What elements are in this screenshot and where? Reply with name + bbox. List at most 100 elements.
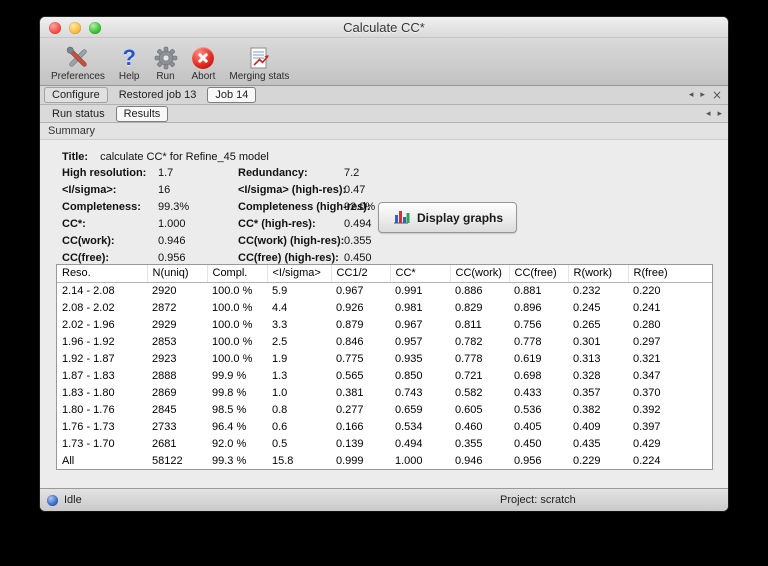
table-cell: 1.80 - 1.76 (62, 403, 115, 416)
section-header: Summary (40, 123, 728, 140)
table-cell: 0.775 (336, 352, 364, 365)
table-cell: 0.743 (395, 386, 423, 399)
titlebar[interactable]: Calculate CC* (40, 17, 728, 38)
table-cell: 0.957 (395, 335, 423, 348)
merging-stats-button[interactable]: Merging stats (226, 44, 292, 82)
merging-stats-icon (247, 44, 271, 71)
table-cell: 0.381 (336, 386, 364, 399)
table-column-header[interactable]: R(free) (628, 265, 712, 283)
table-cell: 0.582 (455, 386, 483, 399)
table-cell: 1.92 - 1.87 (62, 352, 115, 365)
table-cell: 0.967 (336, 284, 364, 297)
table-cell: 4.4 (272, 301, 288, 314)
summary-label: <I/sigma> (high-res): (238, 184, 347, 196)
table-cell: 0.405 (514, 420, 542, 433)
table-cell: 0.370 (633, 386, 661, 399)
table-cell: 1.3 (272, 369, 288, 382)
job-tab-bar: Configure Restored job 13 Job 14 ◂ ▸ × (40, 86, 728, 105)
summary-title-value: calculate CC* for Refine_45 model (100, 150, 269, 163)
table-cell: 1.9 (272, 352, 288, 365)
traffic-lights (49, 22, 101, 34)
tab-scroll-right-icon[interactable]: ▸ (717, 109, 722, 119)
table-row[interactable]: 1.73 - 1.70 2681 92.0 % 0.5 0.139 0.494 0.355 0… (57, 435, 712, 452)
table-cell: 0.241 (633, 301, 661, 314)
table-body: 2.14 - 2.08 2920 100.0 % 5.9 0.967 0.991 0.886… (57, 282, 712, 469)
table-row[interactable]: 1.92 - 1.87 2923 100.0 % 1.9 0.775 0.935 0.778… (57, 350, 712, 367)
table-column-header[interactable]: N(uniq) (147, 265, 208, 283)
table-row[interactable]: 1.80 - 1.76 2845 98.5 % 0.8 0.277 0.659 0.605 0… (57, 401, 712, 418)
tab-restored-job-13[interactable]: Restored job 13 (111, 87, 205, 103)
table-cell: 0.382 (573, 403, 601, 416)
table-row[interactable]: 2.02 - 1.96 2929 100.0 % 3.3 0.879 0.967 0.811… (57, 316, 712, 333)
table-row[interactable]: 1.87 - 1.83 2888 99.9 % 1.3 0.565 0.850 0.721 0… (57, 367, 712, 384)
table-cell: 0.321 (633, 352, 661, 365)
table-cell: 2929 (152, 318, 177, 331)
preferences-button[interactable]: Preferences (48, 44, 108, 82)
table-cell: 0.429 (633, 437, 661, 450)
table-cell: 0.756 (514, 318, 542, 331)
table-cell: 0.956 (514, 454, 542, 467)
table-cell: 0.139 (336, 437, 364, 450)
table-row[interactable]: 1.96 - 1.92 2853 100.0 % 2.5 0.846 0.957 0.782… (57, 333, 712, 350)
table-cell: 1.73 - 1.70 (62, 437, 115, 450)
table-cell: 0.811 (455, 318, 482, 331)
table-cell: 0.224 (633, 454, 661, 467)
tab-job-14[interactable]: Job 14 (207, 87, 257, 103)
table-cell: 100.0 % (212, 301, 253, 314)
tab-configure[interactable]: Configure (44, 87, 108, 103)
summary-value: 0.946 (158, 235, 186, 247)
table-cell: 1.76 - 1.73 (62, 420, 115, 433)
tab-close-icon[interactable]: × (712, 89, 722, 101)
table-cell: 0.698 (514, 369, 542, 382)
zoom-window-button[interactable] (89, 22, 101, 34)
table-cell: 0.392 (633, 403, 661, 416)
table-column-header[interactable]: CC(work) (450, 265, 510, 283)
summary-value: 0.47 (344, 184, 366, 196)
preferences-icon (65, 44, 91, 71)
job-tab-nav: ◂ ▸ × (689, 86, 722, 104)
tab-results[interactable]: Results (115, 105, 169, 122)
table-row[interactable]: All 58122 99.3 % 15.8 0.999 1.000 0.946 0.956 0.… (57, 452, 712, 469)
summary-label: CC* (high-res): (238, 218, 316, 230)
table-cell: 0.850 (395, 369, 423, 382)
table-cell: 0.886 (455, 284, 483, 297)
summary-label: Redundancy: (238, 167, 308, 179)
minimize-window-button[interactable] (69, 22, 81, 34)
table-cell: 0.232 (573, 284, 601, 297)
tab-scroll-left-icon[interactable]: ◂ (706, 109, 711, 119)
help-button[interactable]: ? Help (116, 44, 143, 82)
tab-scroll-left-icon[interactable]: ◂ (689, 90, 694, 100)
table-cell: 0.829 (455, 301, 483, 314)
table-column-header[interactable]: Reso. (57, 265, 148, 283)
table-cell: 58122 (152, 454, 183, 467)
shell-statistics-table[interactable]: Reso. N(uniq) Compl. <I/sigma> CC1/2 CC* CC(wo… (56, 264, 713, 470)
table-row[interactable]: 1.83 - 1.80 2869 99.8 % 1.0 0.381 0.743 0.582 0… (57, 384, 712, 401)
summary-label: Completeness: (62, 201, 141, 213)
table-column-header[interactable]: R(work) (568, 265, 629, 283)
run-button[interactable]: Run (151, 44, 181, 82)
table-column-header[interactable]: <I/sigma> (267, 265, 332, 283)
display-graphs-button[interactable]: Display graphs (378, 202, 518, 233)
summary-title-row: Title: calculate CC* for Refine_45 model (62, 148, 712, 165)
table-cell: 0.534 (395, 420, 423, 433)
tab-run-status[interactable]: Run status (44, 106, 113, 122)
table-row[interactable]: 2.08 - 2.02 2872 100.0 % 4.4 0.926 0.981 0.829… (57, 299, 712, 316)
table-cell: 2872 (152, 301, 177, 314)
table-column-header[interactable]: Compl. (207, 265, 268, 283)
table-cell: 100.0 % (212, 335, 253, 348)
tab-scroll-right-icon[interactable]: ▸ (700, 90, 705, 100)
table-cell: 99.9 % (212, 369, 247, 382)
summary-value: 1.000 (158, 218, 186, 230)
table-cell: 100.0 % (212, 352, 253, 365)
close-window-button[interactable] (49, 22, 61, 34)
table-cell: 0.605 (455, 403, 483, 416)
table-cell: 1.0 (272, 386, 288, 399)
table-row[interactable]: 2.14 - 2.08 2920 100.0 % 5.9 0.967 0.991 0.886… (57, 282, 712, 299)
table-column-header[interactable]: CC* (390, 265, 451, 283)
abort-button[interactable]: Abort (189, 44, 219, 82)
table-row[interactable]: 1.76 - 1.73 2733 96.4 % 0.6 0.166 0.534 0.460 0… (57, 418, 712, 435)
table-column-header[interactable]: CC1/2 (331, 265, 391, 283)
table-cell: 0.782 (455, 335, 483, 348)
table-column-header[interactable]: CC(free) (509, 265, 569, 283)
table-cell: 0.313 (573, 352, 601, 365)
